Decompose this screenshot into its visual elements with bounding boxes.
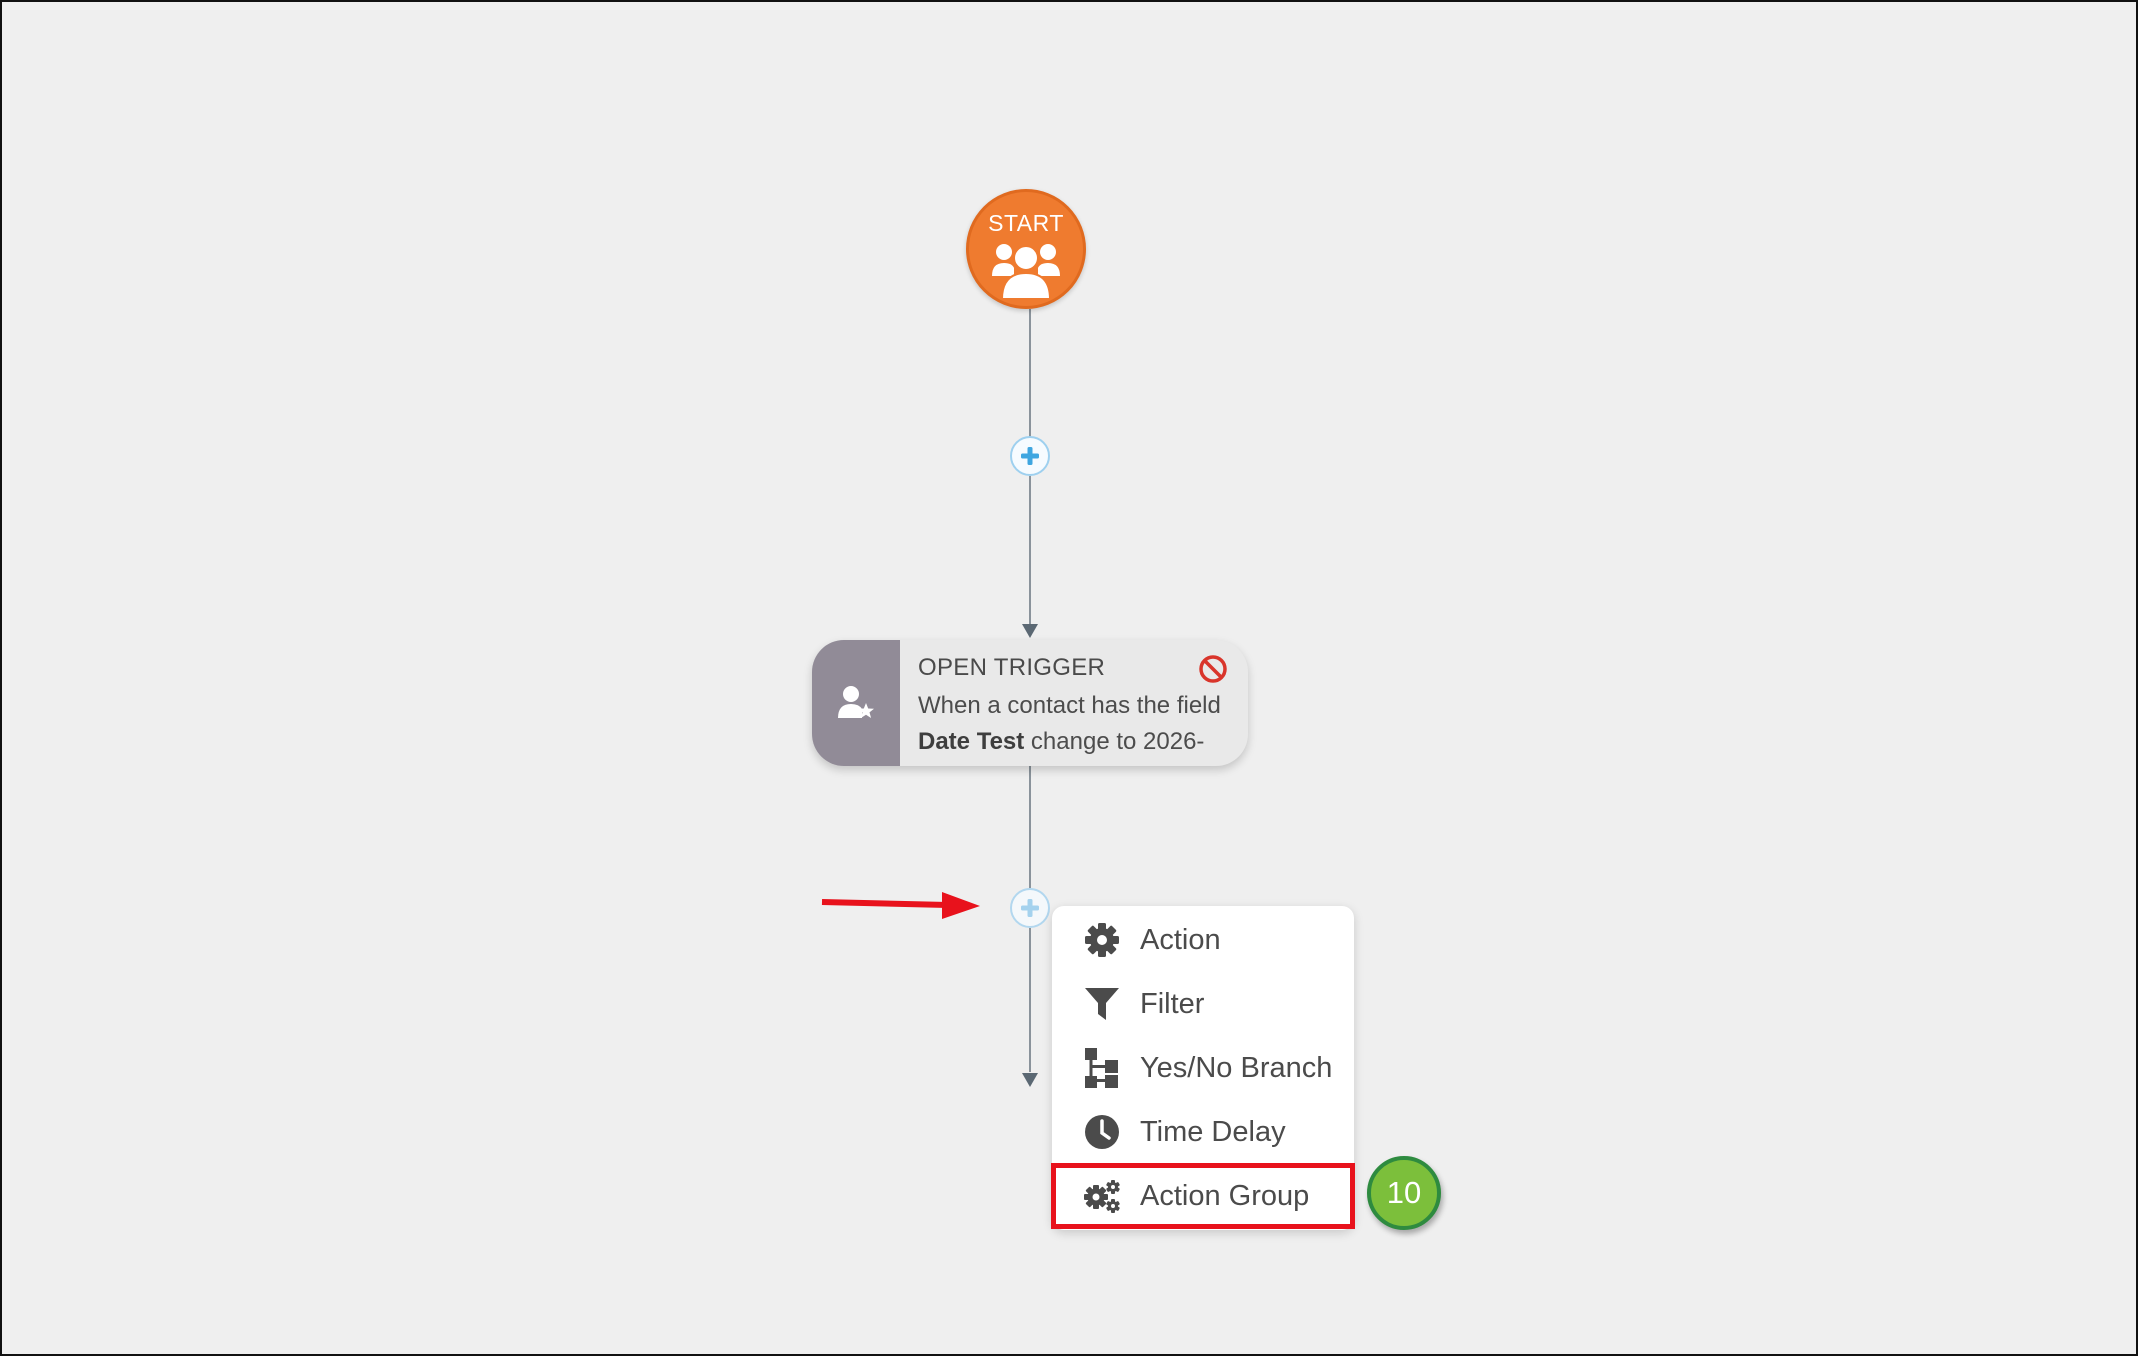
menu-item-time-delay[interactable]: Time Delay <box>1052 1100 1354 1164</box>
add-step-button-1[interactable] <box>1010 436 1050 476</box>
red-pointer-arrow <box>821 892 980 919</box>
trigger-description-line-1: When a contact has the field <box>918 692 1221 719</box>
branch-icon <box>1082 1048 1122 1088</box>
menu-item-filter[interactable]: Filter <box>1052 972 1354 1036</box>
trigger-condition: change to 2026- <box>1024 728 1205 755</box>
trigger-field-name: Date Test <box>918 728 1025 755</box>
trigger-icon-block <box>812 640 900 766</box>
screenshot-frame: START OPEN TRIGGER When a contact has th… <box>0 0 2138 1356</box>
action-group-highlight <box>1051 1163 1355 1229</box>
user-star-icon <box>838 686 874 718</box>
start-node[interactable]: START <box>966 189 1086 309</box>
menu-item-yes-no-branch[interactable]: Yes/No Branch <box>1052 1036 1354 1100</box>
menu-item-action[interactable]: Action <box>1052 908 1354 972</box>
funnel-icon <box>1082 984 1122 1024</box>
menu-item-label: Yes/No Branch <box>1140 1051 1333 1084</box>
trigger-title: OPEN TRIGGER <box>918 654 1106 681</box>
trigger-text: OPEN TRIGGER When a contact has the fiel… <box>918 654 1236 760</box>
connector-plus-to-end <box>1029 928 1031 1072</box>
menu-item-label: Time Delay <box>1140 1115 1286 1148</box>
gear-icon <box>1082 920 1122 960</box>
workflow-canvas: START OPEN TRIGGER When a contact has th… <box>2 2 2136 1354</box>
open-trigger-card[interactable]: OPEN TRIGGER When a contact has the fiel… <box>812 640 1248 766</box>
users-group-icon <box>992 244 1060 300</box>
trigger-description-line-2: Date Test change to 2026- <box>918 724 1236 760</box>
menu-item-label: Filter <box>1140 987 1205 1020</box>
clock-icon <box>1082 1112 1122 1152</box>
connector-trigger-to-plus <box>1029 766 1031 888</box>
arrowhead-to-trigger <box>1022 624 1038 638</box>
step-number-badge: 10 <box>1367 1156 1441 1230</box>
add-step-button-2[interactable] <box>1010 888 1050 928</box>
plus-icon <box>1021 899 1039 917</box>
menu-item-label: Action <box>1140 923 1221 956</box>
arrowhead-end <box>1022 1073 1038 1087</box>
cancel-icon[interactable] <box>1198 654 1228 684</box>
connector-start-to-plus <box>1029 309 1031 455</box>
start-label: START <box>988 210 1064 236</box>
connector-plus-to-trigger <box>1029 476 1031 624</box>
plus-icon <box>1021 447 1039 465</box>
